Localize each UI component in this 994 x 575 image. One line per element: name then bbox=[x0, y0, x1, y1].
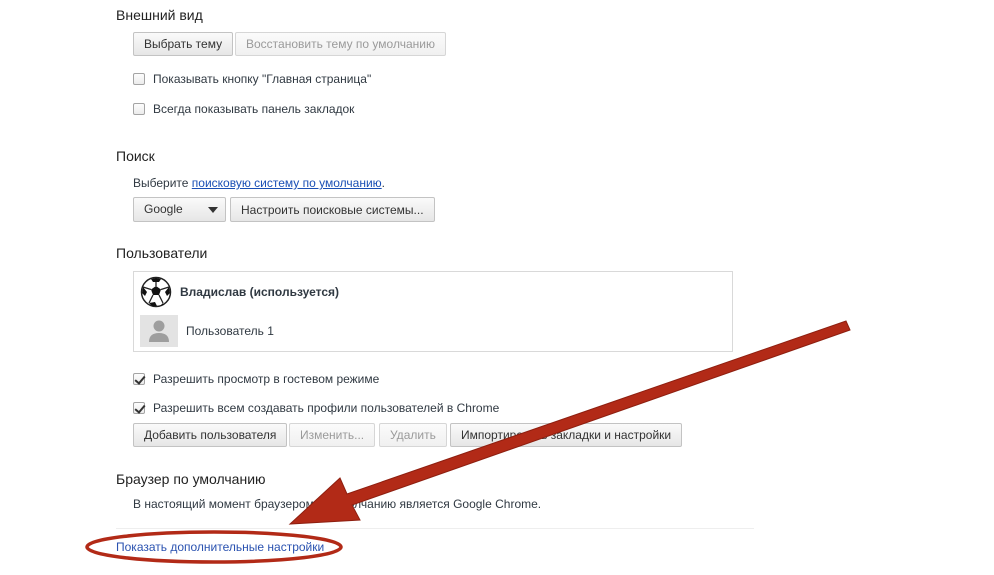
search-prompt-suffix: . bbox=[381, 176, 386, 190]
delete-user-button[interactable]: Удалить bbox=[379, 423, 447, 447]
allow-profiles-label: Разрешить всем создавать профили пользов… bbox=[153, 401, 500, 415]
default-search-engine-link[interactable]: поисковую систему по умолчанию bbox=[192, 176, 382, 190]
allow-guest-label: Разрешить просмотр в гостевом режиме bbox=[153, 372, 380, 386]
show-bookmarks-bar-row[interactable]: Всегда показывать панель закладок bbox=[133, 101, 354, 117]
user-item-vladislav[interactable]: Владислав (используется) bbox=[140, 276, 339, 308]
show-home-button-label: Показывать кнопку "Главная страница" bbox=[153, 72, 372, 86]
choose-theme-button[interactable]: Выбрать тему bbox=[133, 32, 234, 56]
section-title-default-browser: Браузер по умолчанию bbox=[116, 471, 266, 487]
search-prompt-prefix: Выберите bbox=[133, 176, 192, 190]
allow-guest-row[interactable]: Разрешить просмотр в гостевом режиме bbox=[133, 371, 379, 387]
allow-guest-checkbox[interactable] bbox=[133, 373, 146, 385]
section-title-search: Поиск bbox=[116, 148, 155, 164]
show-bookmarks-bar-label: Всегда показывать панель закладок bbox=[153, 102, 355, 116]
manage-search-engines-button[interactable]: Настроить поисковые системы... bbox=[230, 197, 435, 222]
check-icon bbox=[134, 373, 146, 385]
allow-profiles-checkbox[interactable] bbox=[133, 402, 146, 414]
search-engine-value: Google bbox=[144, 202, 183, 216]
soccer-ball-icon bbox=[140, 276, 172, 308]
show-home-button-checkbox[interactable] bbox=[133, 73, 145, 85]
section-title-users: Пользователи bbox=[116, 245, 208, 261]
reset-theme-button[interactable]: Восстановить тему по умолчанию bbox=[235, 32, 446, 56]
user-item-user1[interactable]: Пользователь 1 bbox=[140, 315, 274, 347]
check-icon bbox=[134, 402, 146, 414]
section-title-appearance: Внешний вид bbox=[116, 7, 203, 23]
edit-user-button[interactable]: Изменить... bbox=[289, 423, 376, 447]
allow-profiles-row[interactable]: Разрешить всем создавать профили пользов… bbox=[133, 400, 499, 416]
user-name: Пользователь 1 bbox=[186, 324, 274, 338]
default-person-icon bbox=[140, 315, 178, 347]
user-name-active: Владислав (используется) bbox=[180, 285, 340, 299]
default-browser-status: В настоящий момент браузером по умолчани… bbox=[133, 497, 542, 511]
users-list: Владислав (используется) Пользователь 1 bbox=[133, 271, 733, 352]
show-advanced-settings-link[interactable]: Показать дополнительные настройки bbox=[116, 540, 324, 554]
search-prompt: Выберите поисковую систему по умолчанию. bbox=[133, 176, 385, 190]
chevron-down-icon bbox=[208, 207, 218, 213]
show-home-button-row[interactable]: Показывать кнопку "Главная страница" bbox=[133, 71, 371, 87]
add-user-button[interactable]: Добавить пользователя bbox=[133, 423, 288, 447]
show-bookmarks-bar-checkbox[interactable] bbox=[133, 103, 145, 115]
import-bookmarks-button[interactable]: Импортировать закладки и настройки bbox=[450, 423, 683, 447]
search-engine-select[interactable]: Google bbox=[133, 197, 226, 222]
divider bbox=[116, 528, 754, 529]
